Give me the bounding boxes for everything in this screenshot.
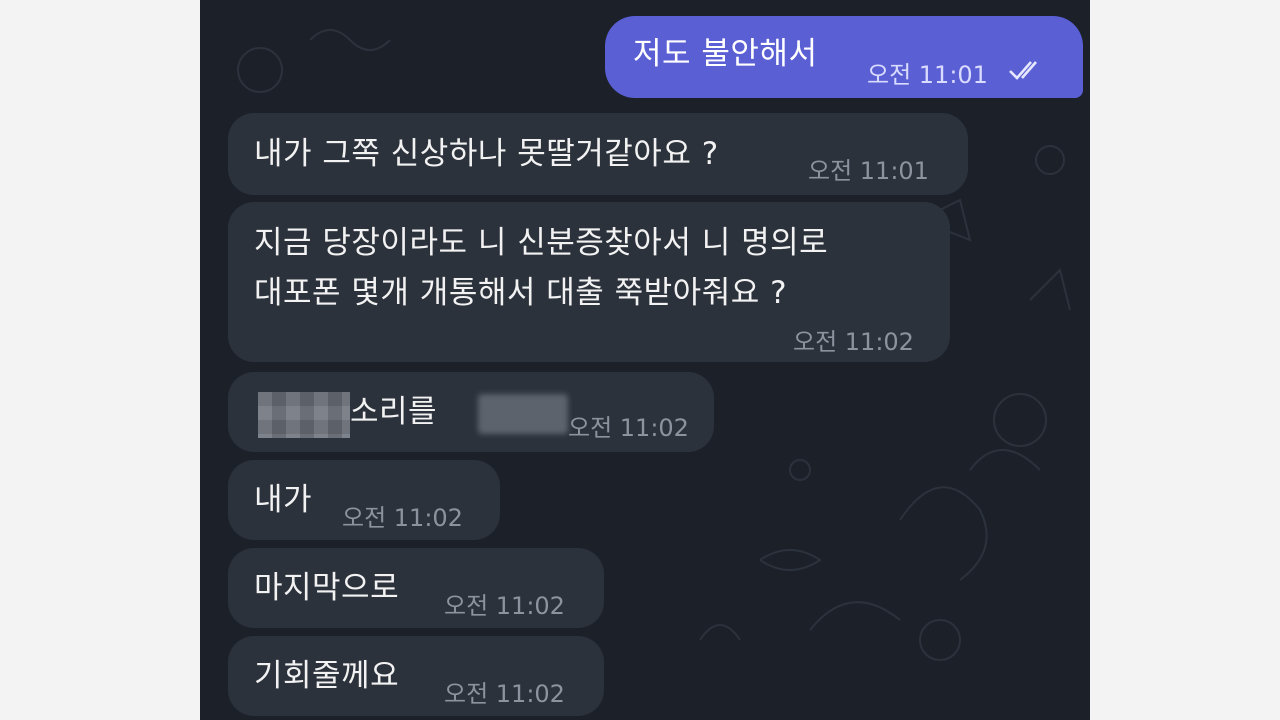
message-time: 오전 11:02 (793, 328, 914, 356)
message-bubble-incoming[interactable]: 기회줄께요 오전 11:02 (228, 636, 604, 716)
message-text: 마지막으로 (254, 570, 400, 606)
message-text-visible: 소리를 (350, 394, 438, 430)
message-text: 내가 (254, 482, 313, 518)
message-time: 오전 11:01 (867, 61, 988, 89)
message-text: 기회줄께요 (254, 658, 400, 694)
message-bubble-incoming[interactable]: 지금 당장이라도 니 신분증찾아서 니 명의로 대포폰 몇개 개통해서 대출 쭉… (228, 202, 950, 362)
redaction-mosaic (258, 392, 350, 438)
message-time: 오전 11:02 (568, 414, 689, 442)
message-bubble-incoming[interactable]: 내가 그쪽 신상하나 못딸거같아요 ? 오전 11:01 (228, 113, 968, 195)
redaction-blur (478, 394, 568, 434)
message-bubble-incoming-redacted[interactable]: 소리를 오전 11:02 (228, 372, 714, 452)
message-time: 오전 11:02 (342, 504, 463, 532)
message-bubble-outgoing[interactable]: 저도 불안해서 오전 11:01 (605, 16, 1083, 98)
message-text: 내가 그쪽 신상하나 못딸거같아요 ? (254, 136, 719, 172)
message-time: 오전 11:02 (444, 680, 565, 708)
message-text-line-2: 대포폰 몇개 개통해서 대출 쭉받아줘요 ? (254, 275, 788, 311)
message-text-line-1: 지금 당장이라도 니 신분증찾아서 니 명의로 (254, 225, 829, 261)
message-time: 오전 11:02 (444, 592, 565, 620)
message-bubble-incoming[interactable]: 마지막으로 오전 11:02 (228, 548, 604, 628)
message-bubble-incoming[interactable]: 내가 오전 11:02 (228, 460, 500, 540)
message-text: 저도 불안해서 (633, 36, 818, 72)
message-time: 오전 11:01 (808, 157, 929, 185)
read-double-check-icon (1009, 61, 1037, 80)
chat-window: 저도 불안해서 오전 11:01 내가 그쪽 신상하나 못딸거같아요 ? 오전 … (200, 0, 1090, 720)
